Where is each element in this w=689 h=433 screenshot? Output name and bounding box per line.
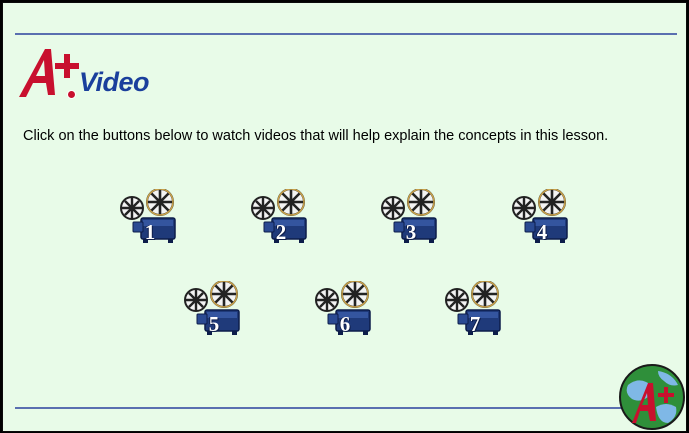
logo-wordmark: Video: [79, 67, 150, 97]
video-button-2[interactable]: 2: [250, 189, 312, 245]
globe-logo-icon: [618, 363, 686, 431]
video-button-number: 4: [536, 220, 548, 244]
video-button-number: 5: [208, 312, 220, 336]
aplus-video-logo: Video: [15, 45, 165, 101]
video-button-3[interactable]: 3: [380, 189, 442, 245]
video-button-number: 7: [469, 312, 481, 336]
instructions-text: Click on the buttons below to watch vide…: [23, 128, 609, 144]
lesson-video-panel: Video Click on the buttons below to watc…: [2, 2, 687, 432]
top-divider: [15, 33, 677, 35]
video-button-number: 3: [405, 220, 417, 244]
video-button-number: 1: [144, 220, 156, 244]
video-button-4[interactable]: 4: [511, 189, 573, 245]
video-button-7[interactable]: 7: [444, 281, 506, 337]
video-button-6[interactable]: 6: [314, 281, 376, 337]
video-button-5[interactable]: 5: [183, 281, 245, 337]
video-button-number: 2: [275, 220, 287, 244]
bottom-divider: [15, 407, 677, 409]
video-button-number: 6: [339, 312, 351, 336]
video-button-1[interactable]: 1: [119, 189, 181, 245]
registered-mark: [67, 90, 76, 99]
